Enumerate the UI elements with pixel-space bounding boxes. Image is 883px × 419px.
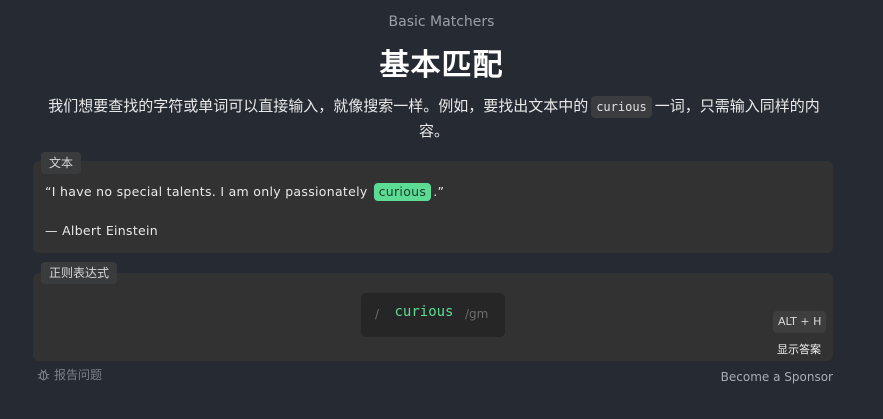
become-sponsor-link[interactable]: Become a Sponsor [721,370,833,384]
regex-panel: / /gm ALT + H 显示答案 [33,273,833,361]
regex-flags: /gm [465,307,489,321]
quote-author: — Albert Einstein [45,223,159,238]
lesson-description: 我们想要查找的字符或单词可以直接输入，就像搜索一样。例如，要找出文本中的 curi… [34,94,834,144]
regex-input-wrapper: / /gm [361,293,505,337]
quote-text-before: “I have no special talents. I am only pa… [45,184,368,199]
page-subtitle: Basic Matchers [388,14,495,30]
report-issue-link[interactable]: 报告问题 [37,366,102,383]
quote-text-after: .” [433,184,445,199]
regex-input[interactable] [394,304,454,320]
text-section-label: 文本 [41,152,82,174]
bug-icon [37,369,50,381]
text-panel: “I have no special talents. I am only pa… [33,161,833,253]
regex-open-slash: / [375,307,380,321]
description-text-before: 我们想要查找的字符或单词可以直接输入，就像搜索一样。例如，要找出文本中的 [48,97,589,115]
quote-line: “I have no special talents. I am only pa… [45,183,444,201]
regex-section-label: 正则表达式 [41,262,118,284]
show-answer-button[interactable]: 显示答案 [777,341,821,357]
page: Basic Matchers 基本匹配 我们想要查找的字符或单词可以直接输入，就… [0,0,883,419]
page-title: 基本匹配 [379,48,504,83]
inline-code-curious: curious [591,96,652,118]
shortcut-badge: ALT + H [773,311,827,333]
match-highlight: curious [373,183,432,201]
report-issue-label: 报告问题 [54,368,103,382]
